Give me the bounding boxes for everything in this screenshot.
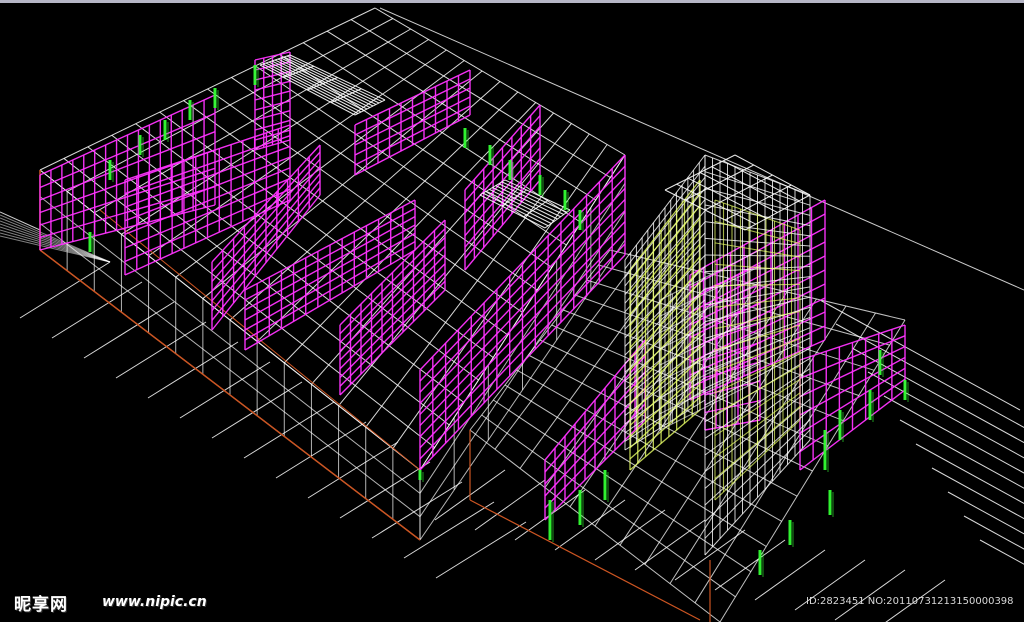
wireframe-3d-model bbox=[0, 7, 1024, 622]
watermark-url: www.nipic.cn bbox=[102, 594, 207, 610]
watermark-id: ID:2823451 NO:20110731213150000398 bbox=[806, 596, 1014, 607]
ground-grid-lines bbox=[0, 7, 1024, 622]
watermark-logo: 昵享网 bbox=[14, 595, 68, 615]
